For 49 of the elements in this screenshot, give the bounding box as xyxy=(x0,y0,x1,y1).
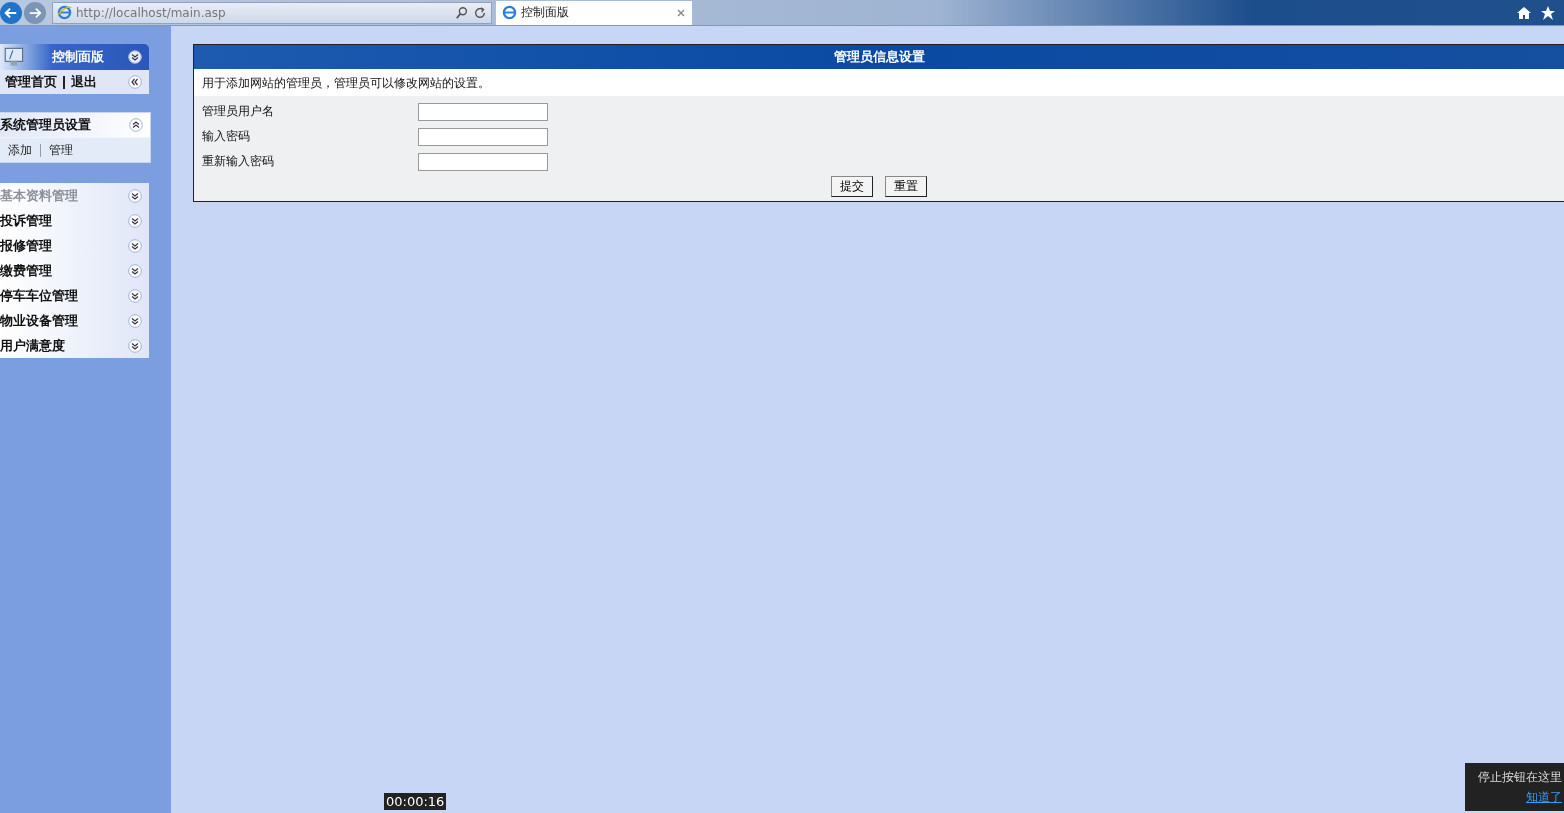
panel-title: 控制面版 xyxy=(51,48,105,66)
tooltip-text: 停止按钮在这里 xyxy=(1478,769,1562,786)
home-icon[interactable] xyxy=(1516,4,1532,21)
close-icon[interactable] xyxy=(676,7,686,18)
menu-item[interactable]: 缴费管理 xyxy=(0,258,149,283)
sub-menu-link[interactable]: 添加 xyxy=(8,141,32,159)
section-header[interactable]: 系统管理员设置 xyxy=(0,113,150,137)
nav-link[interactable]: 管理首页 xyxy=(5,73,57,91)
input-field[interactable] xyxy=(418,127,548,146)
back-arrow-icon xyxy=(4,5,18,20)
star-icon[interactable] xyxy=(1540,4,1556,21)
expand-icon xyxy=(128,338,142,353)
forward-arrow-icon xyxy=(28,5,42,20)
menu-item[interactable]: 报修管理 xyxy=(0,233,149,258)
search-icon[interactable] xyxy=(455,5,469,20)
tooltip-link[interactable]: 知道了 xyxy=(1526,789,1562,806)
form-button[interactable]: 提交 xyxy=(831,176,873,197)
forward-button[interactable] xyxy=(24,1,46,24)
expand-icon xyxy=(128,288,142,303)
field-label: 输入密码 xyxy=(202,128,251,145)
nav-link[interactable]: 退出 xyxy=(71,73,97,91)
collapse-toggle-icon[interactable] xyxy=(128,50,142,64)
expand-icon xyxy=(128,263,142,278)
browser-tab[interactable]: 控制面版 xyxy=(496,0,692,25)
input-field[interactable] xyxy=(418,102,548,121)
collapse-icon xyxy=(129,118,143,132)
menu-item[interactable]: 物业设备管理 xyxy=(0,308,149,333)
collapse-left-icon[interactable] xyxy=(128,75,142,89)
address-bar[interactable]: http://localhost/main.asp xyxy=(52,1,492,24)
menu-item[interactable]: 用户满意度 xyxy=(0,333,149,358)
form-button[interactable]: 重置 xyxy=(885,176,927,197)
browser-logo-icon xyxy=(502,5,517,20)
panel-title: 管理员信息设置 xyxy=(194,45,1564,71)
field-label: 重新输入密码 xyxy=(202,153,275,170)
description-text: 用于添加网站的管理员，管理员可以修改网站的设置。 xyxy=(194,71,1564,96)
refresh-icon[interactable] xyxy=(473,5,487,20)
field-label: 管理员用户名 xyxy=(202,103,275,120)
back-button[interactable] xyxy=(0,1,22,24)
expand-icon xyxy=(128,238,142,253)
input-field[interactable] xyxy=(418,152,548,171)
sub-menu-link[interactable]: 管理 xyxy=(49,141,73,159)
expand-icon xyxy=(128,313,142,328)
recording-timer: 00:00:16 xyxy=(384,793,447,810)
expand-icon xyxy=(128,188,142,203)
expand-icon xyxy=(128,213,142,228)
menu-item[interactable]: 投诉管理 xyxy=(0,208,149,233)
menu-item[interactable]: 停车车位管理 xyxy=(0,283,149,308)
browser-logo-icon xyxy=(57,5,72,20)
url-text: http://localhost/main.asp xyxy=(76,5,227,20)
